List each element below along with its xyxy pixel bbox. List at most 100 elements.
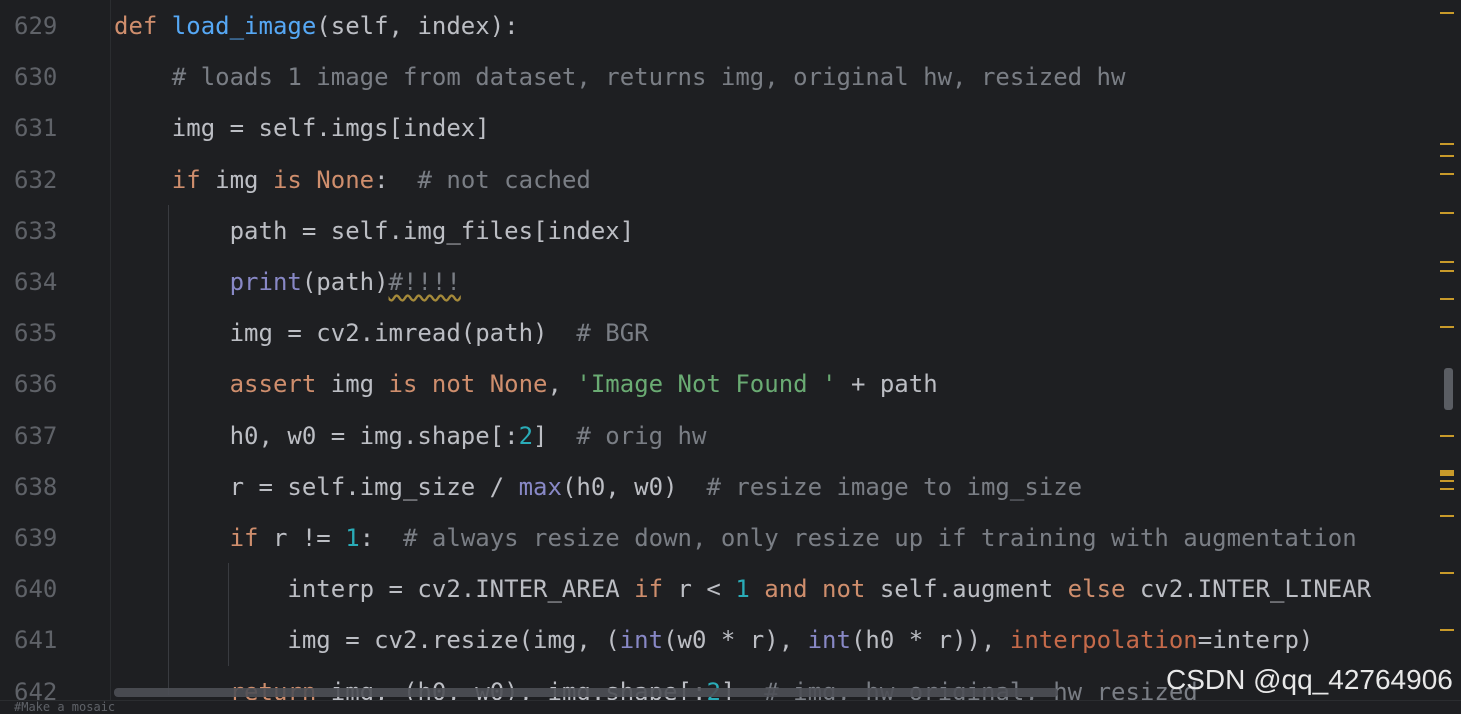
code-token: img = cv2.resize(img, ( bbox=[114, 626, 620, 655]
code-token: 2 bbox=[518, 421, 534, 450]
code-token: img bbox=[215, 165, 273, 194]
code-editor[interactable]: 629 630 631 632 633 634 635 636 637 638 639 640 641 6… bbox=[0, 0, 1461, 714]
gutter-divider bbox=[110, 0, 111, 710]
warning-marker[interactable] bbox=[1440, 435, 1454, 437]
code-line[interactable]: if r != 1: # always resize down, only re… bbox=[114, 523, 1357, 553]
warning-marker[interactable] bbox=[1440, 270, 1454, 272]
warning-marker[interactable] bbox=[1440, 143, 1454, 145]
partial-next-line: #Make a mosaic bbox=[14, 700, 116, 714]
error-stripe[interactable] bbox=[1427, 0, 1461, 710]
code-token: load_image bbox=[171, 12, 317, 40]
code-token: (h0, w0) bbox=[561, 472, 707, 501]
code-token: =interp) bbox=[1197, 626, 1314, 655]
code-token: assert bbox=[229, 370, 331, 399]
code-line[interactable]: print(path)#!!!! bbox=[114, 267, 461, 297]
code-token: , bbox=[547, 370, 577, 399]
vertical-scrollbar-thumb[interactable] bbox=[1444, 368, 1453, 410]
code-token: if bbox=[229, 524, 273, 552]
code-line[interactable]: def load_image(self, index): bbox=[114, 11, 519, 41]
code-line[interactable]: path = self.img_files[index] bbox=[114, 216, 635, 246]
warning-marker[interactable] bbox=[1440, 12, 1454, 14]
code-token: # orig hw bbox=[576, 421, 707, 450]
code-line[interactable]: h0, w0 = img.shape[:2] # orig hw bbox=[114, 421, 707, 451]
line-number: 634 bbox=[14, 268, 58, 296]
code-token: #!!!! bbox=[388, 268, 461, 296]
warning-marker[interactable] bbox=[1440, 155, 1454, 157]
code-token: is not None bbox=[388, 370, 548, 399]
warning-marker[interactable] bbox=[1440, 298, 1454, 300]
line-number: 639 bbox=[14, 524, 58, 552]
code-token: print bbox=[229, 268, 302, 296]
warning-marker[interactable] bbox=[1440, 488, 1454, 490]
code-token: # resize image to img_size bbox=[706, 472, 1083, 501]
code-token: (w0 * r), bbox=[663, 626, 808, 655]
horizontal-scrollbar-thumb[interactable] bbox=[114, 688, 1058, 697]
code-token: max bbox=[518, 472, 562, 501]
code-token: (h0 * r)), bbox=[850, 626, 1010, 655]
code-token: if bbox=[171, 165, 216, 194]
code-token: r = self.img_size / bbox=[114, 472, 519, 501]
code-token: cv2.INTER_LINEAR bbox=[1139, 575, 1372, 604]
code-token: self.augment bbox=[879, 575, 1068, 604]
code-token: ] bbox=[533, 421, 577, 450]
code-token: 1 bbox=[345, 524, 360, 552]
code-token: r < bbox=[677, 575, 736, 604]
warning-marker[interactable] bbox=[1440, 261, 1454, 263]
code-line[interactable]: r = self.img_size / max(h0, w0) # resize… bbox=[114, 472, 1083, 502]
warning-marker[interactable] bbox=[1440, 212, 1454, 214]
code-line[interactable]: interp = cv2.INTER_AREA if r < 1 and not… bbox=[114, 574, 1371, 604]
code-line[interactable]: # loads 1 image from dataset, returns im… bbox=[114, 62, 1126, 92]
code-token: int bbox=[807, 626, 851, 655]
code-token: # always resize down, only resize up if … bbox=[403, 524, 1357, 552]
code-token: int bbox=[619, 626, 664, 655]
code-line[interactable]: img = cv2.imread(path) # BGR bbox=[114, 318, 649, 348]
warning-marker[interactable] bbox=[1440, 173, 1454, 175]
warning-marker[interactable] bbox=[1440, 470, 1454, 476]
code-token: # BGR bbox=[576, 319, 649, 348]
code-token: is None bbox=[272, 165, 375, 194]
code-token: (self, index): bbox=[316, 12, 519, 40]
code-line[interactable]: img = self.imgs[index] bbox=[114, 113, 490, 143]
code-token: h0, w0 = img.shape[: bbox=[114, 421, 519, 450]
code-token: (path) bbox=[301, 268, 389, 296]
line-number-gutter[interactable]: 629 630 631 632 633 634 635 636 637 638 639 640 641 6… bbox=[0, 0, 110, 710]
bottom-strip bbox=[0, 700, 1461, 711]
warning-marker[interactable] bbox=[1440, 326, 1454, 328]
warning-marker[interactable] bbox=[1440, 515, 1454, 517]
line-number: 630 bbox=[14, 63, 58, 92]
line-number: 636 bbox=[14, 370, 58, 399]
code-token: : bbox=[374, 165, 418, 194]
code-line[interactable]: img = cv2.resize(img, (int(w0 * r), int(… bbox=[114, 625, 1313, 655]
line-number: 635 bbox=[14, 319, 58, 348]
line-number: 631 bbox=[14, 114, 58, 143]
code-token: if bbox=[634, 575, 678, 604]
code-token: and not bbox=[764, 575, 880, 604]
code-line[interactable]: assert img is not None, 'Image Not Found… bbox=[114, 369, 938, 399]
line-number: 633 bbox=[14, 216, 58, 245]
code-line[interactable]: if img is None: # not cached bbox=[114, 165, 591, 195]
code-token: path = self.img_files[index] bbox=[114, 216, 635, 245]
warning-marker[interactable] bbox=[1440, 629, 1454, 631]
code-token: r != bbox=[272, 524, 346, 552]
code-token: def bbox=[114, 12, 172, 40]
code-token: # not cached bbox=[417, 165, 591, 194]
indent-guide bbox=[168, 205, 169, 695]
line-number: 637 bbox=[14, 421, 58, 450]
warning-marker[interactable] bbox=[1440, 480, 1454, 482]
code-token: else bbox=[1067, 575, 1140, 604]
line-number: 632 bbox=[14, 165, 58, 194]
code-token: interp = cv2.INTER_AREA bbox=[114, 575, 635, 604]
line-number: 640 bbox=[14, 575, 58, 604]
watermark: CSDN @qq_42764906 bbox=[1166, 664, 1453, 695]
code-token: img = self.imgs[index] bbox=[114, 114, 490, 143]
warning-marker[interactable] bbox=[1440, 572, 1454, 574]
line-number: 638 bbox=[14, 472, 58, 501]
code-token: + path bbox=[836, 370, 938, 399]
code-token: img bbox=[330, 370, 389, 399]
code-token: 1 bbox=[735, 575, 765, 604]
